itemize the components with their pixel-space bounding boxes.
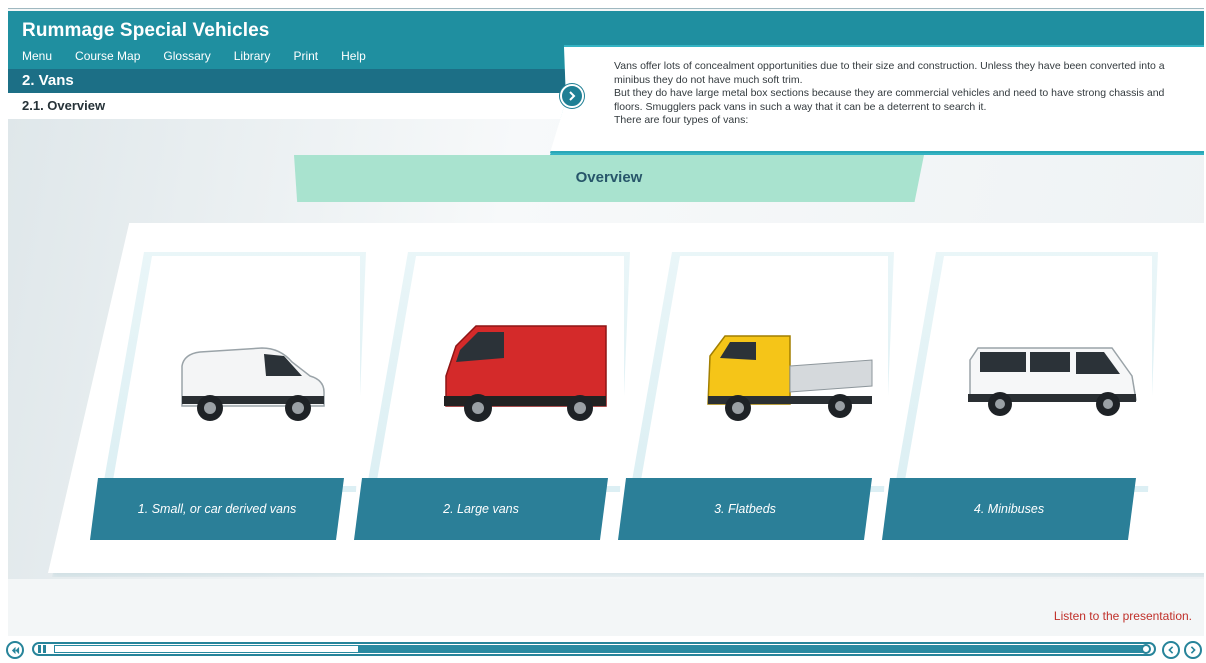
- progress-played: [54, 645, 359, 653]
- course-title: Rummage Special Vehicles: [22, 20, 270, 41]
- section-bar: 2. Vans: [8, 69, 568, 93]
- menu-item-glossary[interactable]: Glossary: [163, 49, 210, 63]
- status-text: Listen to the presentation.: [1053, 609, 1192, 623]
- small-van-image: [181, 347, 325, 421]
- card-label-bar[interactable]: 4. Minibuses: [882, 478, 1136, 540]
- menu-item-library[interactable]: Library: [234, 49, 271, 63]
- card-label: 4. Minibuses: [973, 502, 1045, 516]
- subsection-bar: 2.1. Overview: [8, 93, 568, 119]
- card-body: [376, 256, 624, 486]
- rewind-icon: [11, 646, 19, 654]
- card-label-bar[interactable]: 3. Flatbeds: [618, 478, 872, 540]
- page-title: 2.1. Overview: [22, 98, 106, 113]
- volume-knob[interactable]: [1141, 644, 1151, 654]
- description-line: Vans offer lots of concealment opportuni…: [614, 60, 1165, 86]
- card-label: 1. Small, or car derived vans: [137, 502, 297, 516]
- description-line: But they do have large metal box section…: [614, 87, 1165, 113]
- card-label: 3. Flatbeds: [714, 502, 776, 516]
- chevron-right-icon: [569, 91, 576, 101]
- minibus-image: [968, 347, 1137, 416]
- overview-title: Overview: [575, 169, 643, 186]
- menu-item-course-map[interactable]: Course Map: [75, 49, 140, 63]
- next-button[interactable]: [1184, 641, 1202, 659]
- large-van-image: [444, 325, 607, 422]
- menu-item-menu[interactable]: Menu: [22, 49, 52, 63]
- card-flatbeds[interactable]: 3. Flatbeds: [618, 252, 894, 542]
- pause-icon[interactable]: [38, 645, 48, 653]
- course-window: Rummage Special Vehicles Menu Course Map…: [8, 8, 1204, 636]
- description-panel: Vans offer lots of concealment opportuni…: [550, 47, 1204, 153]
- description-line: There are four types of vans:: [614, 114, 749, 126]
- chevron-right-icon: [1190, 646, 1196, 654]
- menu-item-help[interactable]: Help: [341, 49, 366, 63]
- section-title: 2. Vans: [22, 72, 74, 89]
- card-body: [904, 256, 1152, 486]
- card-body: [640, 256, 888, 486]
- progress-remaining: [359, 645, 1144, 653]
- menu-item-print[interactable]: Print: [293, 49, 318, 63]
- card-small-vans[interactable]: 1. Small, or car derived vans: [90, 252, 366, 542]
- progress-bar[interactable]: [32, 642, 1156, 656]
- card-body: [112, 256, 360, 486]
- main-menu: Menu Course Map Glossary Library Print H…: [22, 49, 389, 63]
- player-controls: [0, 636, 1206, 663]
- card-label-bar[interactable]: 2. Large vans: [354, 478, 608, 540]
- card-large-vans[interactable]: 2. Large vans: [354, 252, 630, 542]
- flatbed-image: [707, 335, 873, 421]
- card-label: 2. Large vans: [443, 502, 519, 516]
- rewind-button[interactable]: [6, 641, 24, 659]
- expand-description-button[interactable]: [560, 84, 584, 108]
- description-text: Vans offer lots of concealment opportuni…: [614, 60, 1194, 128]
- chevron-left-icon: [1168, 646, 1174, 654]
- overview-banner: Overview: [294, 155, 924, 202]
- card-label-bar[interactable]: 1. Small, or car derived vans: [90, 478, 344, 540]
- card-minibuses[interactable]: 4. Minibuses: [882, 252, 1158, 542]
- previous-button[interactable]: [1162, 641, 1180, 659]
